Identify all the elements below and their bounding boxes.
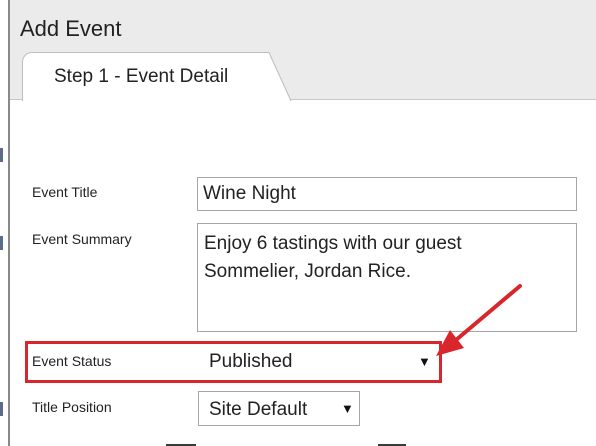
event-summary-label: Event Summary	[32, 231, 132, 247]
title-position-value: Site Default	[209, 399, 308, 420]
edge-marker	[0, 148, 3, 162]
title-position-select[interactable]: Site Default ▼	[198, 391, 360, 426]
chevron-down-icon: ▼	[341, 401, 354, 416]
tab-label: Step 1 - Event Detail	[54, 66, 229, 87]
event-status-value: Published	[209, 351, 293, 372]
title-position-label: Title Position	[32, 399, 112, 415]
event-title-label: Event Title	[32, 184, 98, 200]
event-status-label: Event Status	[32, 353, 112, 369]
dialog-title: Add Event	[20, 16, 122, 41]
edge-marker	[0, 236, 3, 250]
event-status-select[interactable]: Published ▼	[198, 344, 438, 380]
event-title-input[interactable]	[197, 177, 577, 211]
tab-edge	[263, 52, 292, 101]
red-arrow-annotation	[436, 284, 522, 356]
edge-marker	[0, 402, 3, 416]
